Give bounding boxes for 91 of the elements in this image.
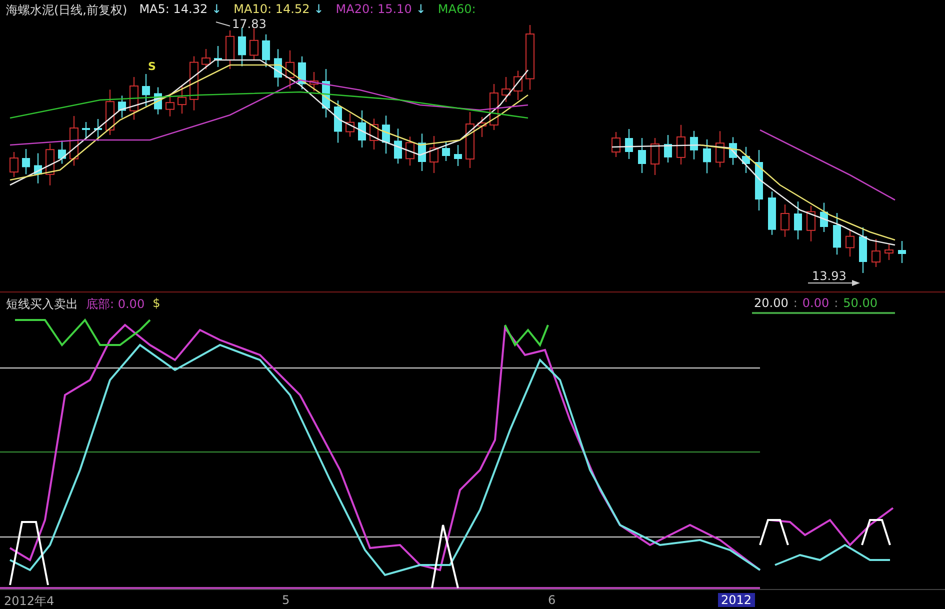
candlestick [46,143,54,186]
candlestick [166,93,174,117]
candlestick [262,34,270,68]
candlestick [106,89,114,136]
candlestick [806,205,816,242]
high-price-label: 17.83 [232,17,266,31]
date-label: 5 [282,593,290,608]
candlestick [690,130,698,160]
level-value: 50.00 [843,296,878,310]
candlestick [190,56,198,111]
candlestick [884,244,894,260]
signal-label: S [148,60,156,73]
candlestick [214,46,222,68]
moving-average-label: MA5: 14.32 [139,2,208,18]
candlestick [638,138,646,174]
candlestick [664,134,672,163]
candlestick [394,128,402,164]
candlestick [226,30,234,70]
candlestick [872,238,880,268]
candlestick [382,115,390,154]
candlestick [154,86,162,115]
date-label: 2012年4 [4,593,54,609]
candlestick [526,24,534,90]
candlestick [820,202,828,232]
candlestick [742,146,750,174]
candlestick [794,200,802,240]
stock-title: 海螺水泥(日线,前复权) [6,2,128,19]
candlestick [310,72,318,92]
candlestick [250,28,258,61]
candlestick [418,133,426,172]
candlestick [898,240,906,264]
candlestick [274,48,282,88]
candlestick [514,70,522,100]
candlestick [58,140,66,164]
bottom-reading: 底部: 0.00 [86,296,145,313]
candlestick [358,110,366,148]
down-arrow-label: ↓ [314,2,324,18]
candlestick [178,84,186,114]
candlestick [442,142,450,162]
candlestick [82,122,90,140]
down-arrow-label: ↓ [212,2,222,18]
candlestick [346,112,354,138]
candlestick [238,26,246,67]
date-label: 2012 [718,593,755,608]
candlestick [142,74,150,107]
candlestick [130,76,138,120]
candlestick [334,100,342,144]
candlestick [502,76,510,102]
candlestick [676,124,686,165]
down-arrow-label: ↓ [416,2,426,18]
candlestick [833,212,841,256]
candlestick [780,204,790,238]
candlestick [430,136,438,174]
candlestick [478,116,486,138]
candlestick [859,226,867,274]
moving-average-label: MA60: [438,2,476,18]
candlestick [768,191,776,236]
candlestick [70,116,78,166]
candlestick [716,130,724,168]
moving-average-label: MA10: 14.52 [234,2,310,18]
candlestick [755,150,763,211]
candlestick [625,128,633,160]
candlestick [322,68,330,118]
candlestick [703,138,711,174]
separator-label: : [793,296,798,310]
level-value: 20.00 [754,296,788,310]
moving-average-label: MA20: 15.10 [336,2,412,18]
indicator-title: 短线买入卖出 [6,296,78,313]
candlestick [454,144,462,166]
candlestick [466,112,474,168]
candlestick [729,136,737,166]
separator-label: : [834,296,838,310]
level-value: 0.00 [802,296,830,310]
candlestick [650,137,660,176]
marker-label: $ [152,296,160,312]
candlestick [118,95,126,118]
candlestick [34,152,42,184]
candlestick [846,230,854,258]
candlestick [286,50,294,90]
candlestick [406,136,414,166]
low-price-label: 13.93 [812,269,846,283]
candlestick [94,118,102,142]
candlestick [298,56,306,90]
date-label: 6 [548,593,556,608]
candlestick [370,118,378,150]
candlestick [612,132,620,158]
candlestick [490,84,498,130]
price-arrow-icon [808,280,860,286]
candlestick [22,148,30,175]
candlestick [202,48,210,70]
candlestick [10,152,18,178]
